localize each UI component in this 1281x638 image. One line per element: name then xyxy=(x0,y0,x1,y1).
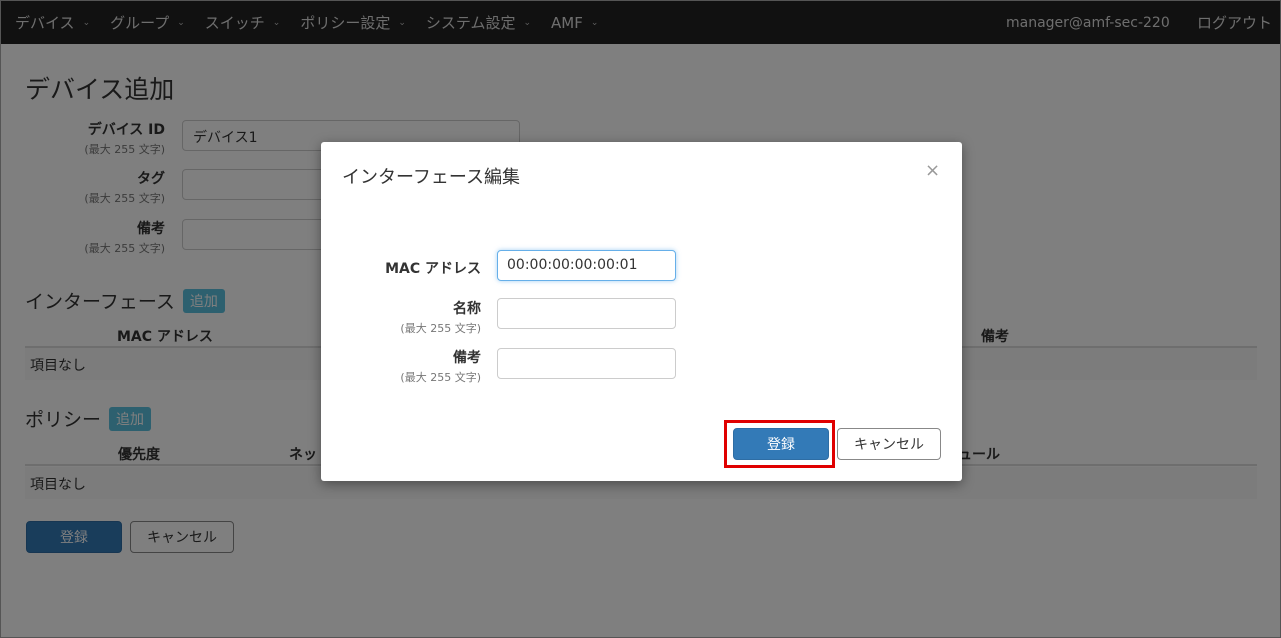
mac-address-input[interactable]: 00:00:00:00:00:01 xyxy=(497,250,676,281)
modal-register-button[interactable]: 登録 xyxy=(733,428,829,460)
modal-name-label: 名称 (最大 255 文字) xyxy=(321,298,481,336)
app-window: デバイス⌄ グループ⌄ スイッチ⌄ ポリシー設定⌄ システム設定⌄ AMF⌄ m… xyxy=(0,0,1281,638)
modal-note-label: 備考 (最大 255 文字) xyxy=(321,347,481,385)
modal-mac-label-text: MAC アドレス xyxy=(385,261,481,277)
modal-title: インターフェース編集 xyxy=(342,167,521,188)
modal-mac-label: MAC アドレス xyxy=(321,258,481,278)
modal-note-label-text: 備考 xyxy=(453,350,481,366)
modal-cancel-button[interactable]: キャンセル xyxy=(837,428,941,460)
modal-note-input[interactable] xyxy=(497,348,676,379)
modal-name-label-text: 名称 xyxy=(453,301,481,317)
modal-name-hint: (最大 255 文字) xyxy=(400,322,481,335)
modal-note-hint: (最大 255 文字) xyxy=(400,371,481,384)
name-input[interactable] xyxy=(497,298,676,329)
interface-edit-modal: インターフェース編集 × MAC アドレス 00:00:00:00:00:01 … xyxy=(321,142,962,481)
close-icon[interactable]: × xyxy=(925,160,940,181)
